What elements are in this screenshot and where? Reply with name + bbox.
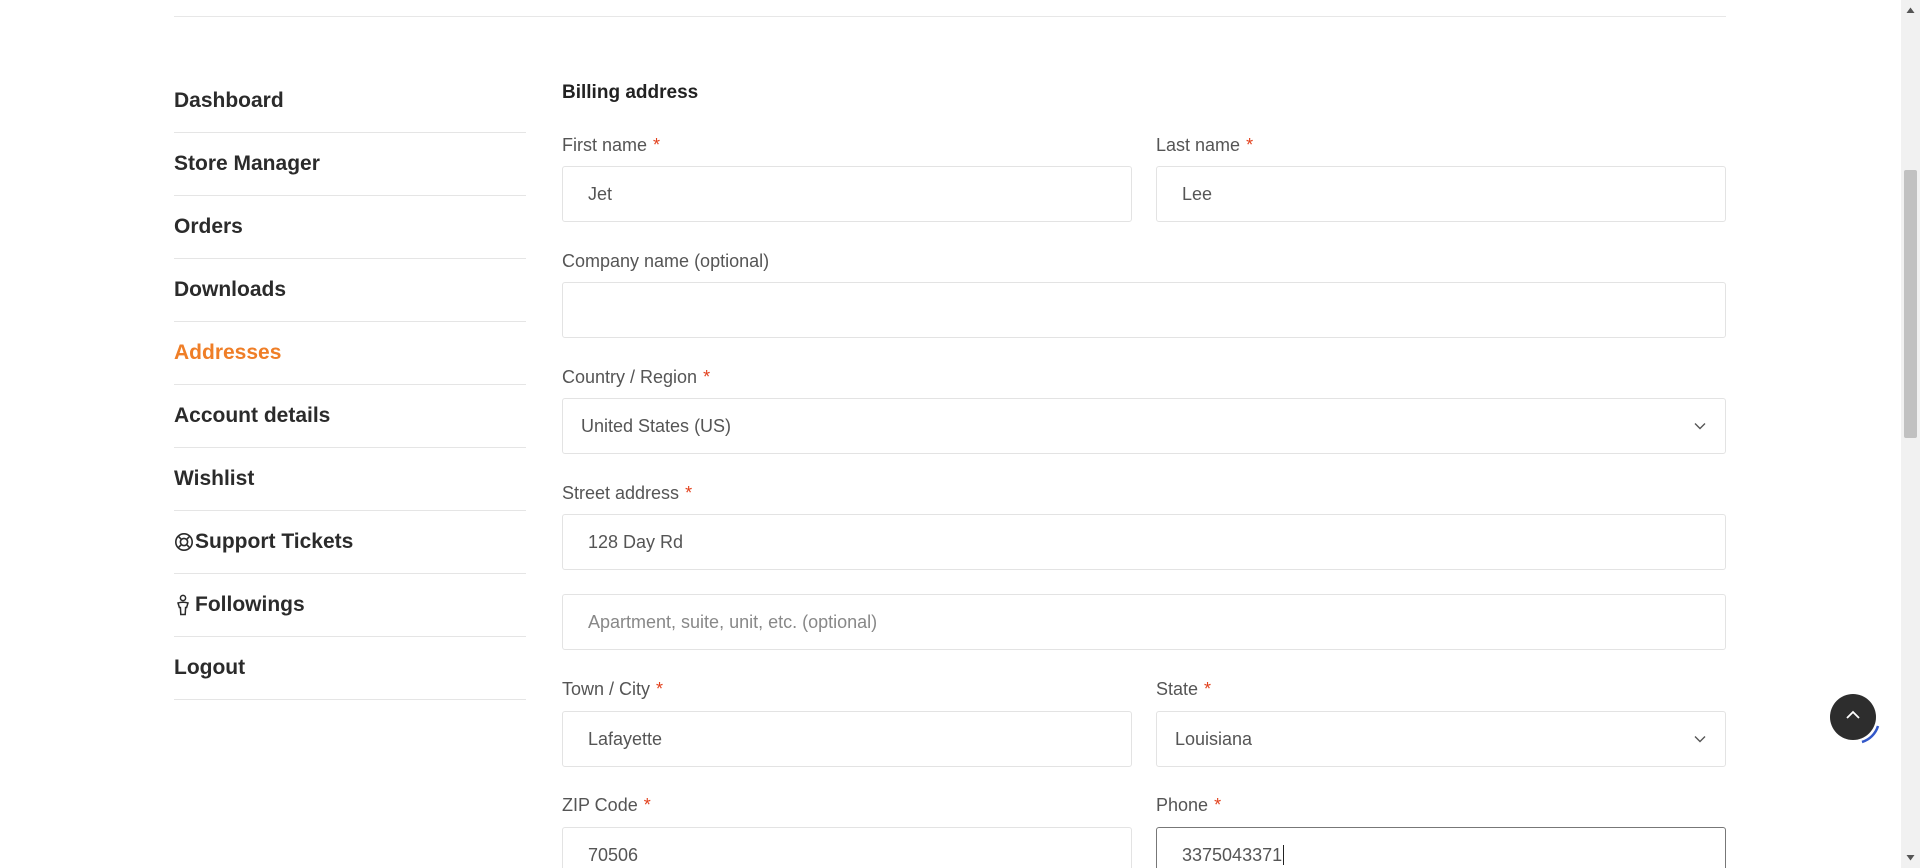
country-label-text: Country / Region [562,367,698,387]
sidebar-item-label: Orders [174,215,243,238]
sidebar-item-followings[interactable]: Followings [174,574,526,637]
country-select[interactable]: United States (US) [562,398,1726,454]
chevron-up-icon [1843,705,1863,730]
scroll-down-arrow-icon[interactable] [1906,853,1915,862]
required-marker: * [1214,795,1222,815]
street-label-text: Street address [562,483,680,503]
city-label-text: Town / City [562,679,651,699]
sidebar-item-label: Wishlist [174,467,255,490]
required-marker: * [653,135,661,155]
billing-address-form: Billing address First name* Last name* C… [562,80,1726,868]
back-to-top-button[interactable] [1830,694,1876,740]
required-marker: * [703,367,711,387]
country-value: United States (US) [581,415,732,436]
scroll-thumb[interactable] [1904,170,1917,438]
phone-field[interactable]: 3375043371 [1156,827,1726,868]
sidebar-item-label: Dashboard [174,89,284,112]
state-label: State * [1156,677,1211,701]
phone-label-text: Phone [1156,795,1209,815]
zip-code-field[interactable] [562,827,1132,868]
sidebar-item-addresses[interactable]: Addresses [174,322,526,385]
phone-label: Phone * [1156,793,1221,817]
city-field[interactable] [562,711,1132,767]
last-name-label: Last name * [1156,133,1253,157]
scroll-up-arrow-icon[interactable] [1906,6,1915,15]
person-icon [174,594,194,616]
state-value: Louisiana [1175,728,1253,749]
sidebar-item-label: Account details [174,404,331,427]
required-marker: * [643,795,651,815]
sidebar-item-dashboard[interactable]: Dashboard [174,70,526,133]
required-marker: * [1204,679,1212,699]
state-select[interactable]: Louisiana [1156,711,1726,767]
zip-label: ZIP Code * [562,793,651,817]
account-navigation: Dashboard Store Manager Orders Downloads… [174,70,526,700]
sidebar-item-account-details[interactable]: Account details [174,385,526,448]
page: Dashboard Store Manager Orders Downloads… [0,0,1920,868]
section-title: Billing address [562,82,699,103]
sidebar-item-support-tickets[interactable]: Support Tickets [174,511,526,574]
chevron-down-icon [1693,732,1707,746]
chevron-down-icon [1693,419,1707,433]
street-label: Street address * [562,481,692,505]
sidebar-item-label: Followings [195,593,305,616]
first-name-label: First name * [562,133,660,157]
country-label: Country / Region * [562,365,710,389]
company-label: Company name (optional) [562,249,769,273]
top-divider [174,16,1726,17]
sidebar-item-wishlist[interactable]: Wishlist [174,448,526,511]
required-marker: * [685,483,693,503]
required-marker: * [656,679,664,699]
required-marker: * [1246,135,1254,155]
sidebar-item-label: Addresses [174,341,282,364]
first-name-field[interactable] [562,166,1132,222]
city-label: Town / City * [562,677,663,701]
sidebar-item-label: Logout [174,656,246,679]
sidebar-item-downloads[interactable]: Downloads [174,259,526,322]
first-name-label-text: First name [562,135,648,155]
sidebar-item-label: Downloads [174,278,287,301]
phone-value: 3375043371 [1182,844,1283,865]
vertical-scrollbar[interactable] [1901,0,1920,868]
apartment-field[interactable] [562,594,1726,650]
sidebar-item-label: Support Tickets [195,530,354,553]
last-name-label-text: Last name [1156,135,1241,155]
lifebuoy-icon [174,531,194,553]
zip-label-text: ZIP Code [562,795,638,815]
company-field[interactable] [562,282,1726,338]
sidebar-item-logout[interactable]: Logout [174,637,526,700]
sidebar-item-orders[interactable]: Orders [174,196,526,259]
street-address-field[interactable] [562,514,1726,570]
state-label-text: State [1156,679,1199,699]
sidebar-item-label: Store Manager [174,152,320,175]
sidebar-item-store-manager[interactable]: Store Manager [174,133,526,196]
company-label-text: Company name (optional) [562,251,770,271]
last-name-field[interactable] [1156,166,1726,222]
text-caret [1283,845,1285,865]
